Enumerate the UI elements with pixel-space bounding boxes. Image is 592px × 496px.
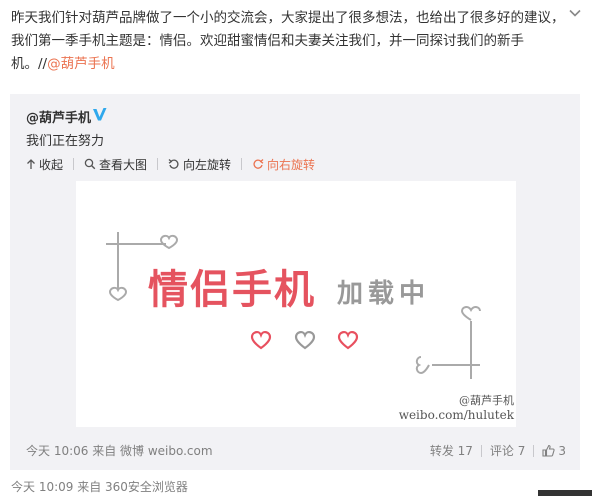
divider (241, 158, 243, 170)
watermark-handle: @葫芦手机 (459, 394, 514, 407)
divider (73, 158, 75, 170)
collapse-label: 收起 (39, 157, 64, 172)
divider (157, 158, 159, 170)
repost-actions: 转发 17 评论 7 3 (430, 442, 566, 459)
post-image[interactable]: 情侣手机 加载中 @葫芦手机 weibo.com/hulutek (76, 181, 516, 427)
thumbs-up-icon (542, 444, 555, 457)
comment-count-button[interactable]: 评论 7 (490, 442, 525, 459)
repost-count-button[interactable]: 转发 17 (430, 442, 473, 459)
chevron-down-icon[interactable] (568, 6, 582, 20)
mention-link[interactable]: @葫芦手机 (47, 56, 115, 72)
image-headline: 情侣手机 (148, 267, 316, 313)
rotate-left-label: 向左旋转 (183, 157, 232, 172)
image-subline: 加载中 (337, 279, 430, 309)
rotate-right-button[interactable]: 向右旋转 (252, 156, 315, 173)
heart-row (250, 331, 359, 350)
verified-badge-icon (93, 108, 107, 121)
heart-icon (294, 331, 316, 350)
repost-text: 我们正在努力 (26, 134, 105, 149)
repost-card: @葫芦手机 我们正在努力 收起 查看大图 向左旋转 向右旋转 情侣手机 加载中 … (10, 94, 580, 470)
image-watermark: @葫芦手机 weibo.com/hulutek (399, 393, 514, 423)
heart-icon (415, 356, 430, 375)
divider (533, 444, 535, 457)
divider (480, 444, 482, 457)
like-button[interactable]: 3 (542, 444, 566, 458)
heart-icon (337, 331, 359, 350)
heart-icon (159, 234, 179, 250)
rotate-left-button[interactable]: 向左旋转 (168, 156, 231, 173)
heart-icon (108, 286, 128, 302)
couple-phone-graphic: 情侣手机 加载中 (106, 232, 481, 379)
search-icon (84, 158, 96, 170)
rotate-left-icon (168, 159, 179, 169)
post-time[interactable]: 今天 10:09 来自 360安全浏览器 (11, 478, 188, 495)
repost-footer: 今天 10:06 来自 微博 weibo.com 转发 17 评论 7 3 (26, 442, 566, 459)
heart-icon (460, 306, 481, 321)
like-count: 3 (558, 443, 566, 458)
image-toolbar: 收起 查看大图 向左旋转 向右旋转 (26, 156, 315, 172)
scroll-tab (538, 490, 592, 496)
post-text: 昨天我们针对葫芦品牌做了一个小的交流会，大家提出了很多想法，也给出了很多好的建议… (11, 7, 567, 76)
view-large-button[interactable]: 查看大图 (84, 156, 147, 173)
rotate-right-icon (253, 159, 264, 169)
rotate-right-label: 向右旋转 (267, 157, 316, 172)
collapse-button[interactable]: 收起 (26, 156, 63, 173)
heart-icon (250, 331, 272, 350)
repost-time[interactable]: 今天 10:06 来自 微博 weibo.com (26, 442, 213, 459)
corner-decoration-bottom-right (415, 306, 481, 379)
view-large-label: 查看大图 (99, 157, 148, 172)
arrow-up-icon (27, 159, 35, 169)
watermark-url: weibo.com/hulutek (398, 408, 514, 422)
repost-author[interactable]: @葫芦手机 (26, 107, 91, 126)
